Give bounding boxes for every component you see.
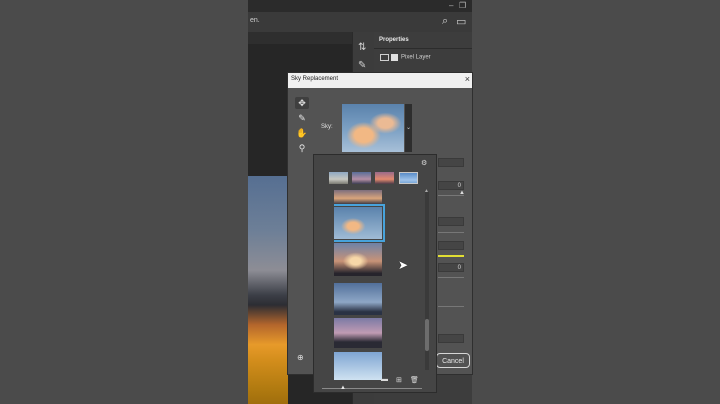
fade-edge-field[interactable]	[438, 217, 464, 226]
thumbnail-size-slider[interactable]	[322, 388, 422, 389]
new-sky-icon[interactable]: ⊞	[396, 376, 402, 384]
properties-tab[interactable]: Properties	[374, 36, 472, 49]
preview-toggle-icon[interactable]: ⊕	[297, 353, 304, 362]
options-bar: en. ⌕ ▭	[248, 12, 472, 32]
workspace-icon[interactable]: ▭	[456, 15, 466, 28]
minimize-icon[interactable]: –	[449, 1, 453, 10]
zoom-icon[interactable]: ⚲	[295, 142, 309, 154]
sky-thumbnail[interactable]	[334, 190, 382, 204]
folder-icon[interactable]: ▬	[381, 376, 388, 383]
output-select[interactable]	[438, 334, 464, 343]
mouse-pointer-icon: ➤	[398, 258, 409, 272]
sky-thumbnail-list	[334, 190, 386, 380]
left-letterbox	[0, 0, 248, 404]
mask-icon	[391, 54, 398, 61]
lighting-slider[interactable]	[438, 306, 464, 307]
sky-group-spectacular[interactable]	[352, 172, 371, 184]
cancel-button[interactable]: Cancel	[436, 353, 470, 368]
brush-settings-icon[interactable]: ✎	[358, 60, 366, 71]
slider-knob-icon[interactable]: ▲	[340, 385, 346, 391]
sky-preview-thumbnail[interactable]	[342, 104, 404, 152]
dialog-settings-column: 0 ▲ 0	[438, 158, 472, 373]
layer-kind-row: Pixel Layer	[380, 54, 431, 61]
sky-group-blue-skies[interactable]	[329, 172, 348, 184]
sky-group-sunsets[interactable]	[375, 172, 394, 184]
dialog-title-bar: Sky Replacement ×	[288, 73, 472, 88]
slider-knob-icon[interactable]: ▲	[459, 190, 465, 196]
sky-group-blue-sky-preset[interactable]	[399, 172, 418, 184]
scrollbar-thumb[interactable]	[425, 319, 429, 351]
sky-thumbnail[interactable]	[334, 318, 382, 348]
move-icon[interactable]: ✥	[295, 97, 309, 109]
sunset-photo	[248, 176, 288, 404]
dialog-title: Sky Replacement	[291, 76, 339, 82]
sky-thumbnail[interactable]	[334, 352, 382, 380]
trash-icon[interactable]: 🗑	[410, 376, 419, 384]
brightness-field[interactable]	[438, 241, 464, 250]
document-tab-bar	[248, 32, 352, 44]
gear-icon[interactable]: ⚙	[421, 159, 427, 167]
temperature-field[interactable]: 0	[438, 263, 464, 272]
hand-icon[interactable]: ✋	[295, 127, 309, 139]
temperature-slider[interactable]	[438, 255, 464, 257]
right-letterbox	[472, 0, 720, 404]
adjustments-icon[interactable]: ⇅	[358, 42, 366, 53]
sky-picker-popup: ⚙ ▲ ▬ ⊞ 🗑 ▲	[313, 154, 437, 393]
sky-label: Sky:	[321, 124, 333, 130]
restore-icon[interactable]: ❐	[459, 1, 466, 10]
scale-slider[interactable]	[438, 277, 464, 278]
options-bar-text: en.	[250, 17, 260, 24]
sky-dropdown-chevron-icon[interactable]: ⌄	[405, 104, 412, 152]
setting-field[interactable]	[438, 158, 464, 167]
sky-thumbnail[interactable]	[334, 283, 382, 315]
fade-edge-slider[interactable]	[438, 232, 464, 233]
shift-edge-field[interactable]: 0	[438, 181, 464, 190]
search-icon[interactable]: ⌕	[442, 15, 448, 28]
image-icon	[380, 54, 389, 61]
sky-brush-icon[interactable]: ✎	[295, 112, 309, 124]
layer-kind-label: Pixel Layer	[401, 54, 431, 61]
close-icon[interactable]: ×	[465, 74, 470, 84]
title-bar: – ❐	[248, 0, 472, 12]
sky-thumbnail[interactable]	[334, 243, 382, 276]
sky-thumbnail-selected[interactable]	[334, 204, 385, 242]
properties-title: Properties	[379, 37, 409, 43]
